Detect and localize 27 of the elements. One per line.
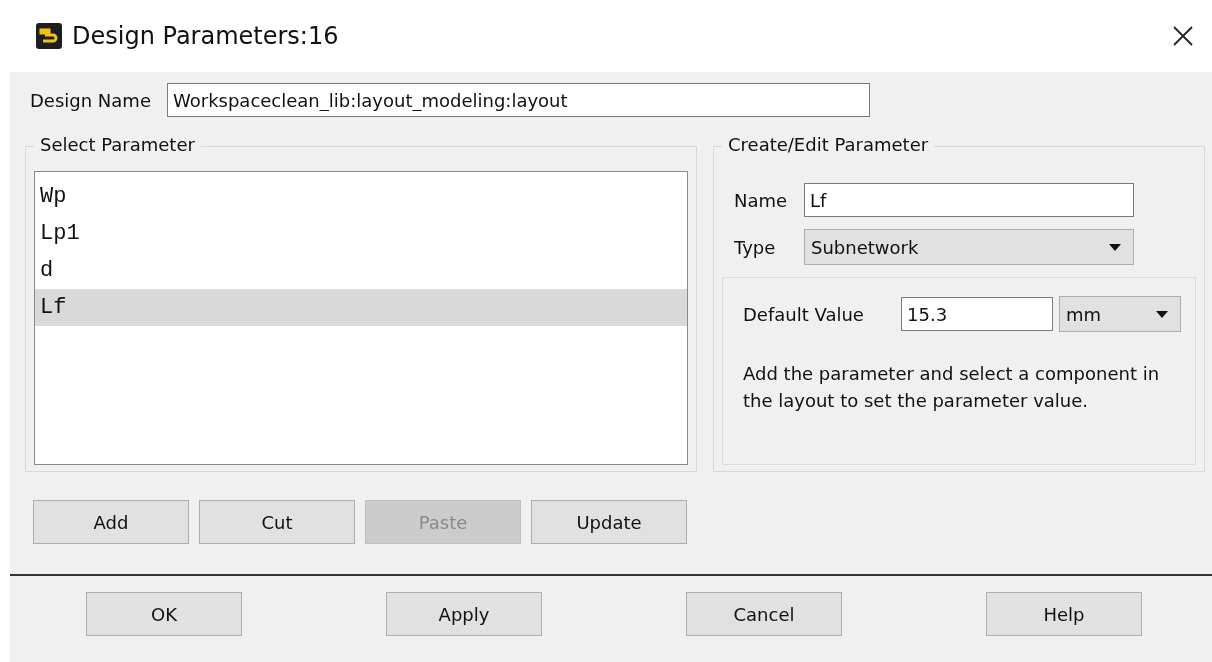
unit-dropdown[interactable]: mm <box>1059 296 1181 332</box>
dialog-button[interactable]: Help <box>986 592 1142 636</box>
type-dropdown[interactable]: Subnetwork <box>804 229 1134 265</box>
caret-icon <box>1156 310 1168 318</box>
default-value-label: Default Value <box>743 303 865 325</box>
parameter-list-item[interactable]: Wp <box>35 178 687 215</box>
list-button[interactable]: Cut <box>199 500 355 544</box>
app-icon <box>36 23 62 49</box>
parameter-list-item[interactable]: Lp1 <box>35 215 687 252</box>
design-name-field[interactable]: Workspaceclean_lib:layout_modeling:layout <box>167 83 870 117</box>
name-label: Name <box>733 189 789 211</box>
close-icon[interactable] <box>1172 25 1194 47</box>
dialog-button[interactable]: OK <box>86 592 242 636</box>
parameter-list-item[interactable]: Lf <box>35 289 687 326</box>
group-title: Create/Edit Parameter <box>722 134 935 155</box>
list-button[interactable]: Add <box>33 500 189 544</box>
parameter-list-item[interactable]: d <box>35 252 687 289</box>
name-field[interactable]: Lf <box>804 183 1134 217</box>
window-title: Design Parameters:16 <box>72 22 340 50</box>
caret-icon <box>1109 243 1121 251</box>
default-value-field[interactable]: 15.3 <box>901 297 1053 331</box>
hint-text: Add the parameter and select a component in the layout to set the parameter value. <box>743 362 1161 413</box>
type-label: Type <box>733 236 777 258</box>
list-button[interactable]: Update <box>531 500 687 544</box>
dialog-button[interactable]: Apply <box>386 592 542 636</box>
dialog-button[interactable]: Cancel <box>686 592 842 636</box>
design-name-label: Design Name <box>30 89 151 111</box>
